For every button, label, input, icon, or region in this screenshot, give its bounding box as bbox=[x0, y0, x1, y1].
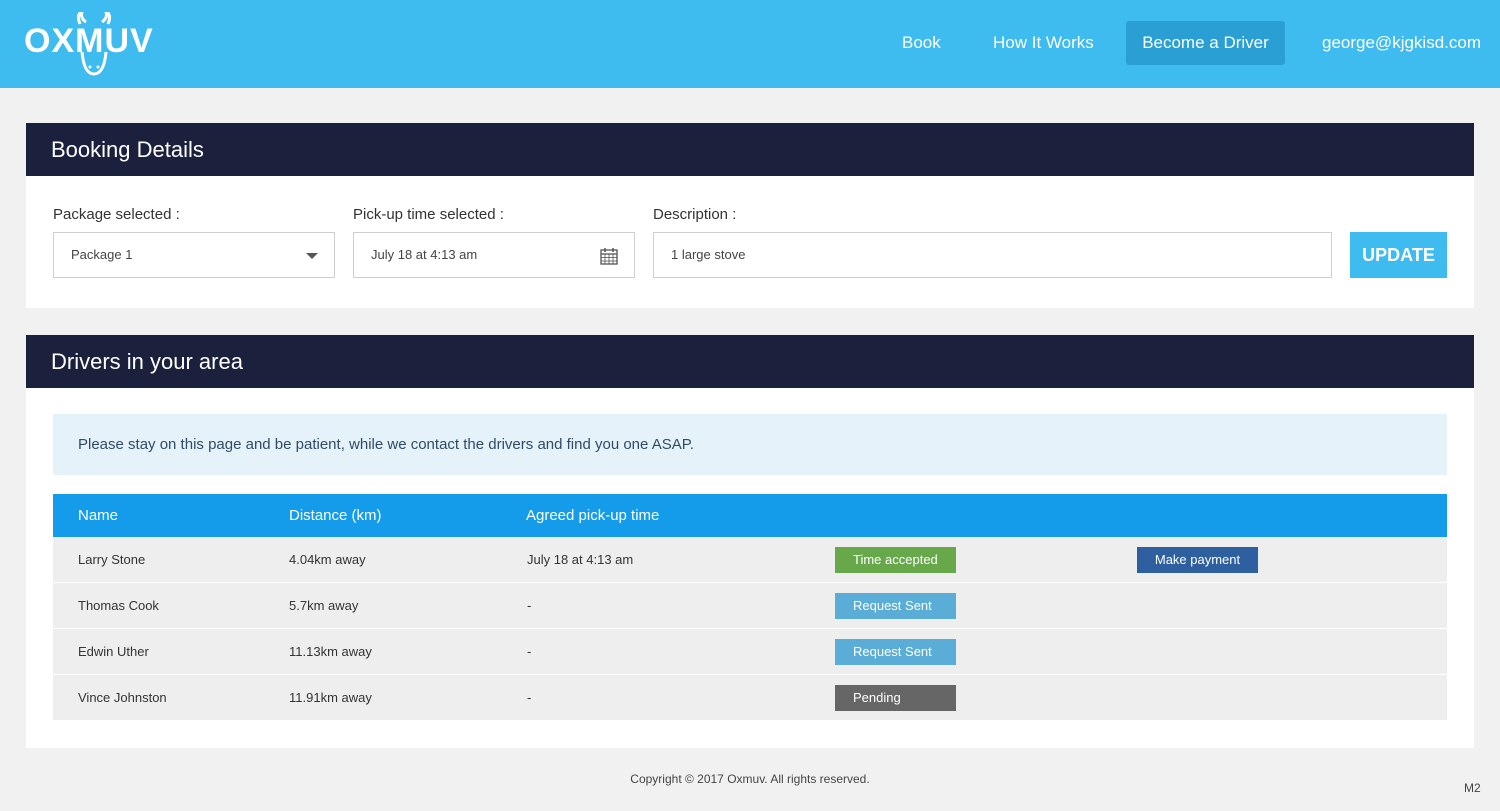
pickup-time-label: Pick-up time selected : bbox=[353, 206, 504, 223]
driver-name: Edwin Uther bbox=[78, 644, 149, 659]
table-header: Name Distance (km) Agreed pick-up time bbox=[53, 494, 1447, 537]
table-row: Thomas Cook 5.7km away - Request Sent bbox=[53, 583, 1447, 629]
drivers-title: Drivers in your area bbox=[26, 335, 1474, 388]
oxmuv-logo[interactable]: OXMUV bbox=[24, 12, 164, 78]
nav-book[interactable]: Book bbox=[882, 21, 961, 65]
calendar-icon[interactable] bbox=[600, 247, 618, 265]
description-value: 1 large stove bbox=[671, 247, 746, 262]
table-row: Larry Stone 4.04km away July 18 at 4:13 … bbox=[53, 537, 1447, 583]
update-button[interactable]: UPDATE bbox=[1350, 232, 1447, 278]
status-badge: Request Sent bbox=[835, 639, 956, 665]
table-row: Vince Johnston 11.91km away - Pending bbox=[53, 675, 1447, 721]
package-select-value: Package 1 bbox=[71, 247, 133, 262]
pickup-time-value: July 18 at 4:13 am bbox=[371, 247, 478, 262]
make-payment-button[interactable]: Make payment bbox=[1137, 547, 1258, 573]
booking-details-title: Booking Details bbox=[26, 123, 1474, 176]
pickup-time-input[interactable]: July 18 at 4:13 am bbox=[353, 232, 635, 278]
driver-name: Thomas Cook bbox=[78, 598, 159, 613]
chevron-down-icon bbox=[306, 253, 318, 259]
svg-text:OXMUV: OXMUV bbox=[24, 22, 154, 60]
drivers-table: Name Distance (km) Agreed pick-up time L… bbox=[53, 494, 1447, 721]
top-navbar: OXMUV Book How It Works Become a Driver … bbox=[0, 0, 1500, 88]
driver-pickup-time: - bbox=[527, 598, 532, 613]
driver-distance: 11.91km away bbox=[289, 690, 372, 705]
column-header-name: Name bbox=[78, 507, 119, 524]
package-select[interactable]: Package 1 bbox=[53, 232, 335, 278]
driver-pickup-time: - bbox=[527, 690, 532, 705]
version-label: M2 bbox=[1464, 781, 1481, 795]
nav-become-driver[interactable]: Become a Driver bbox=[1126, 21, 1285, 65]
driver-name: Vince Johnston bbox=[78, 690, 167, 705]
status-badge: Time accepted bbox=[835, 547, 956, 573]
nav-user-email[interactable]: george@kjgkisd.com bbox=[1302, 21, 1500, 65]
driver-pickup-time: - bbox=[527, 644, 532, 659]
info-notice: Please stay on this page and be patient,… bbox=[53, 414, 1447, 475]
description-label: Description : bbox=[653, 206, 737, 223]
status-badge: Pending bbox=[835, 685, 956, 711]
driver-distance: 4.04km away bbox=[289, 552, 366, 567]
column-header-pickup-time: Agreed pick-up time bbox=[526, 507, 660, 524]
status-badge: Request Sent bbox=[835, 593, 956, 619]
table-row: Edwin Uther 11.13km away - Request Sent bbox=[53, 629, 1447, 675]
driver-distance: 11.13km away bbox=[289, 644, 372, 659]
driver-pickup-time: July 18 at 4:13 am bbox=[527, 552, 634, 567]
driver-distance: 5.7km away bbox=[289, 598, 359, 613]
description-input[interactable]: 1 large stove bbox=[653, 232, 1332, 278]
nav-how-it-works[interactable]: How It Works bbox=[973, 21, 1114, 65]
column-header-distance: Distance (km) bbox=[289, 507, 382, 524]
driver-name: Larry Stone bbox=[78, 552, 146, 567]
footer-copyright: Copyright © 2017 Oxmuv. All rights reser… bbox=[630, 772, 870, 786]
package-label: Package selected : bbox=[53, 206, 180, 223]
